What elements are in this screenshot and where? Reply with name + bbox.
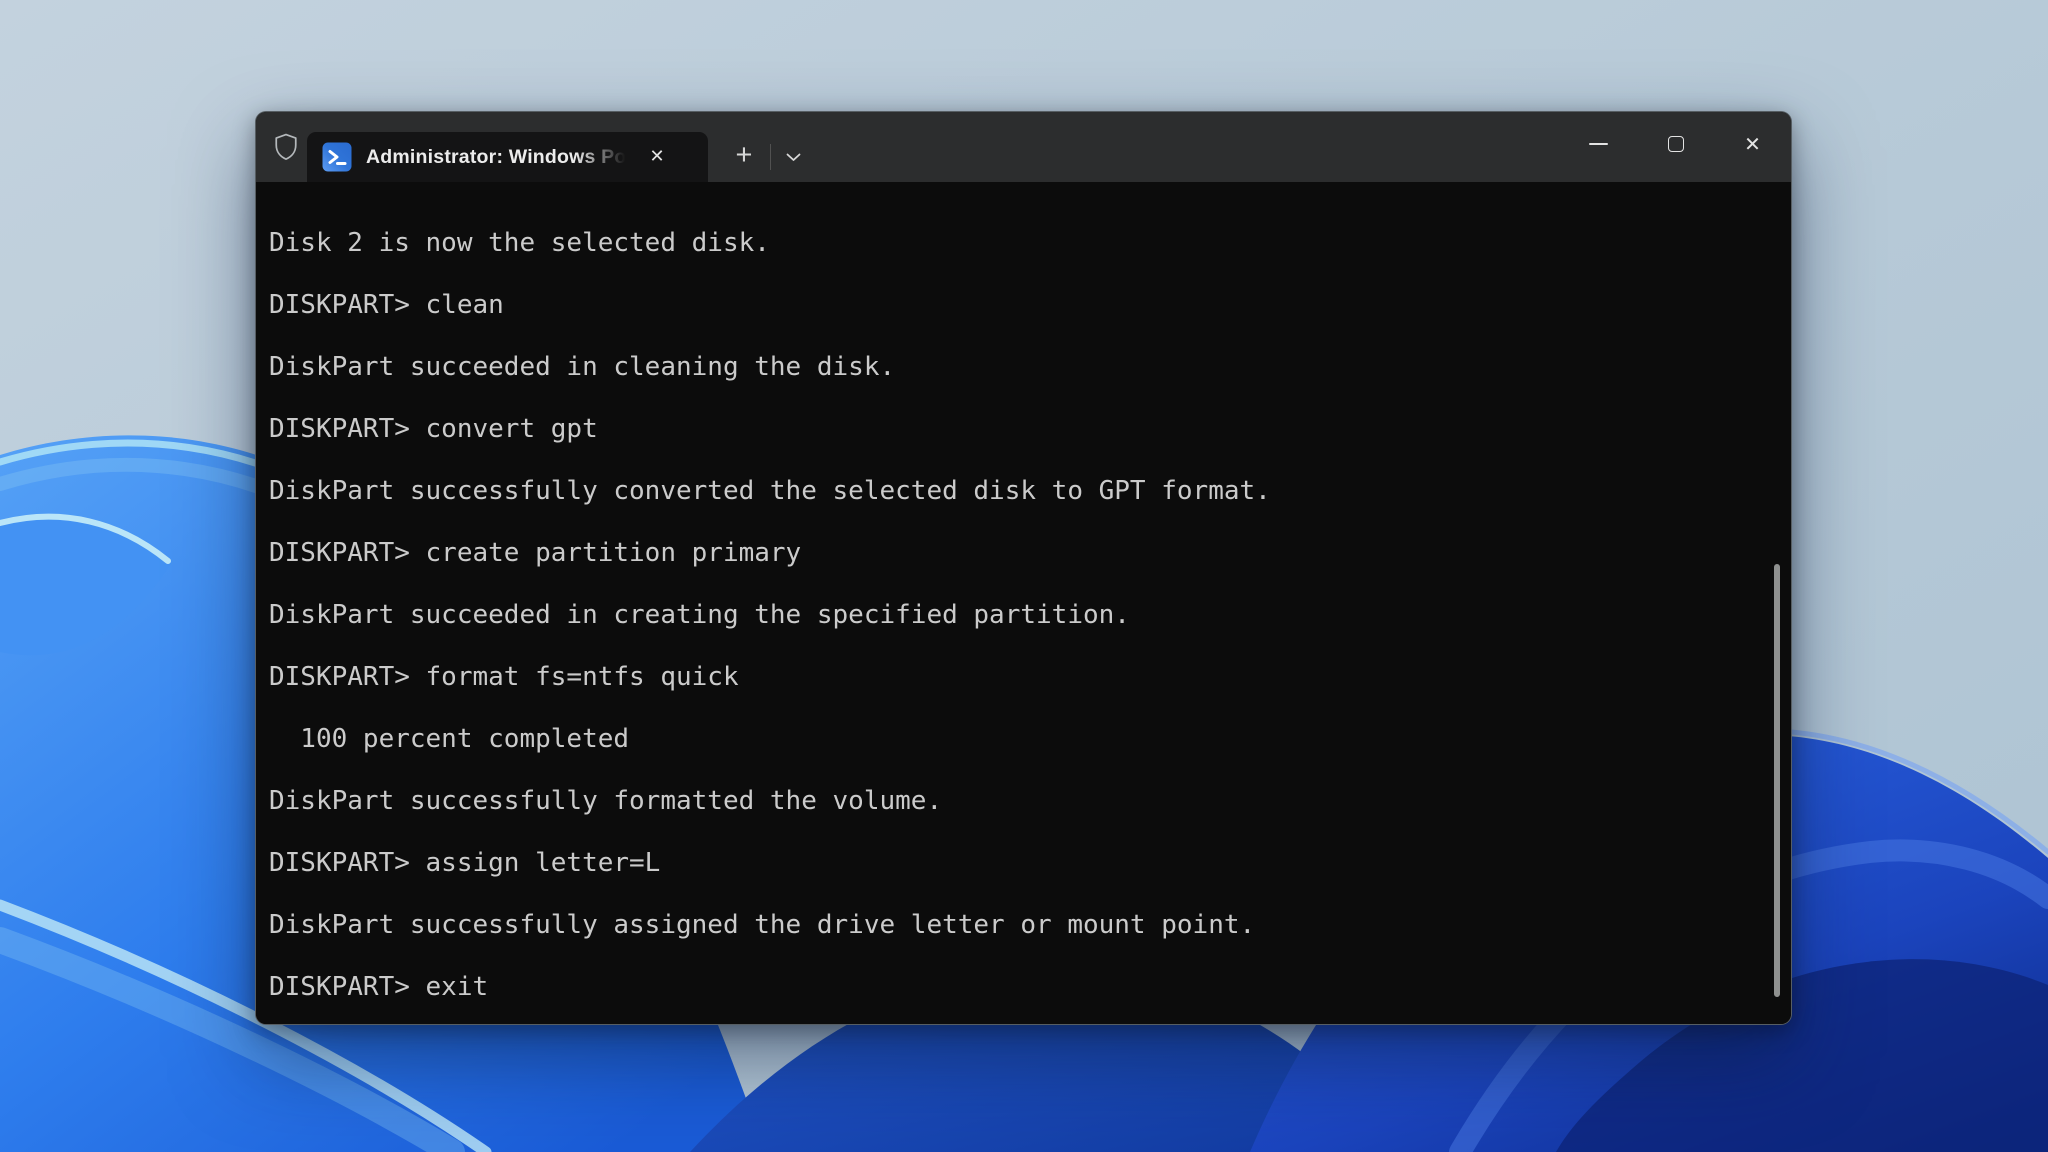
tab-close-button[interactable]: ✕ <box>640 140 674 174</box>
powershell-icon <box>322 142 352 172</box>
admin-shield-icon <box>271 131 301 163</box>
maximize-button[interactable] <box>1637 112 1714 176</box>
tab-dropdown-button[interactable] <box>775 136 811 178</box>
titlebar[interactable]: Administrator: Windows PowerShell ✕ + ✕ <box>256 112 1791 182</box>
titlebar-divider <box>770 144 771 170</box>
tab-administrator-powershell[interactable]: Administrator: Windows PowerShell ✕ <box>307 132 708 182</box>
tab-title: Administrator: Windows PowerShell <box>366 146 628 169</box>
maximize-icon <box>1668 136 1684 152</box>
terminal-window: Administrator: Windows PowerShell ✕ + ✕ … <box>255 111 1792 1025</box>
minimize-icon <box>1589 143 1608 145</box>
close-button[interactable]: ✕ <box>1714 112 1791 176</box>
chevron-down-icon <box>786 153 801 162</box>
new-tab-button[interactable]: + <box>722 136 766 178</box>
caption-controls: ✕ <box>1560 112 1791 182</box>
close-icon: ✕ <box>1744 132 1761 156</box>
minimize-button[interactable] <box>1560 112 1637 176</box>
terminal-viewport[interactable]: Disk 2 is now the selected disk. DISKPAR… <box>256 182 1791 1024</box>
scrollbar-thumb[interactable] <box>1774 564 1780 997</box>
terminal-output: Disk 2 is now the selected disk. DISKPAR… <box>269 182 1271 1003</box>
